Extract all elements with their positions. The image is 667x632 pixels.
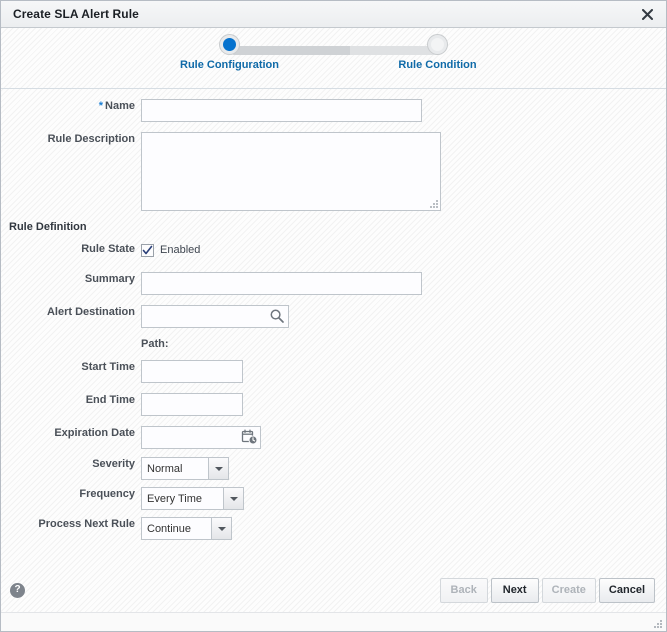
start-time-label: Start Time xyxy=(81,361,135,373)
field-row-severity: Severity Normal xyxy=(1,457,666,480)
process-next-rule-label: Process Next Rule xyxy=(38,518,135,530)
field-row-end-time: End Time xyxy=(1,393,666,416)
dialog-footer: ? Back Next Create Cancel xyxy=(1,568,666,612)
train-dot-inactive-icon xyxy=(428,35,447,54)
rule-definition-section-title: Rule Definition xyxy=(9,221,87,233)
chevron-down-icon[interactable] xyxy=(223,488,243,509)
dialog-bottom-strip xyxy=(1,612,666,631)
field-row-start-time: Start Time xyxy=(1,360,666,383)
dialog-titlebar[interactable]: Create SLA Alert Rule xyxy=(1,1,666,28)
name-label: * Name xyxy=(1,99,141,113)
start-time-input[interactable] xyxy=(141,360,243,383)
field-row-rule-description: Rule Description xyxy=(1,132,666,211)
wizard-train: Rule Configuration Rule Condition xyxy=(1,28,666,89)
field-row-path: Path: xyxy=(1,338,666,350)
expiration-date-label: Expiration Date xyxy=(54,427,135,439)
alert-destination-label: Alert Destination xyxy=(46,306,135,318)
train-step-rule-condition[interactable]: Rule Condition xyxy=(388,35,488,71)
summary-label: Summary xyxy=(84,273,135,285)
next-button[interactable]: Next xyxy=(490,577,539,603)
back-button[interactable]: Back xyxy=(439,577,488,603)
cancel-button[interactable]: Cancel xyxy=(598,577,655,603)
end-time-input[interactable] xyxy=(141,393,243,416)
create-sla-alert-rule-dialog: Create SLA Alert Rule Rule Configuration xyxy=(0,0,667,632)
name-label-text: Name xyxy=(105,100,135,112)
field-row-expiration-date: Expiration Date xyxy=(1,426,666,449)
create-button[interactable]: Create xyxy=(541,577,596,603)
field-row-name: * Name xyxy=(1,99,666,122)
rule-description-textarea[interactable] xyxy=(141,132,441,211)
field-row-frequency: Frequency Every Time xyxy=(1,487,666,510)
textarea-resize-handle[interactable] xyxy=(430,200,439,209)
chevron-down-icon[interactable] xyxy=(208,458,228,479)
process-next-rule-select[interactable]: Continue xyxy=(141,517,232,540)
alert-destination-input[interactable] xyxy=(141,305,289,328)
dialog-resize-handle[interactable] xyxy=(653,619,663,629)
train-dot-active-icon xyxy=(220,35,239,54)
frequency-label: Frequency xyxy=(79,488,135,500)
field-row-process-next-rule: Process Next Rule Continue xyxy=(1,517,666,540)
required-marker-icon: * xyxy=(98,100,104,112)
close-icon[interactable] xyxy=(638,5,656,23)
rule-state-checkbox-label: Enabled xyxy=(160,244,201,256)
train-step-label[interactable]: Rule Configuration xyxy=(180,59,280,71)
rule-description-label: Rule Description xyxy=(47,133,135,145)
dialog-body: Rule Configuration Rule Condition *Name xyxy=(1,28,666,612)
summary-input[interactable] xyxy=(141,272,422,295)
rule-state-checkbox[interactable] xyxy=(141,243,154,257)
train-step-label[interactable]: Rule Condition xyxy=(388,59,488,71)
end-time-label: End Time xyxy=(85,394,135,406)
rule-state-label: Rule State xyxy=(81,243,135,255)
help-icon[interactable]: ? xyxy=(10,582,25,598)
field-row-summary: Summary xyxy=(1,272,666,295)
process-next-rule-selected-value: Continue xyxy=(147,522,192,535)
severity-label: Severity xyxy=(92,458,135,470)
frequency-selected-value: Every Time xyxy=(147,492,203,505)
path-label: Path: xyxy=(141,338,169,350)
footer-button-group: Back Next Create Cancel xyxy=(439,577,655,603)
train-step-rule-configuration[interactable]: Rule Configuration xyxy=(180,35,280,71)
severity-select[interactable]: Normal xyxy=(141,457,229,480)
search-icon[interactable] xyxy=(269,308,285,324)
dialog-title: Create SLA Alert Rule xyxy=(13,7,139,21)
severity-selected-value: Normal xyxy=(147,462,183,475)
rule-configuration-form: * Name Rule Description Rule Definition … xyxy=(1,89,666,568)
field-row-alert-destination: Alert Destination xyxy=(1,305,666,328)
calendar-clock-icon[interactable] xyxy=(241,429,258,445)
frequency-select[interactable]: Every Time xyxy=(141,487,244,510)
field-row-rule-state: Rule State Enabled xyxy=(1,242,666,258)
chevron-down-icon[interactable] xyxy=(211,518,231,539)
name-input[interactable] xyxy=(141,99,422,122)
